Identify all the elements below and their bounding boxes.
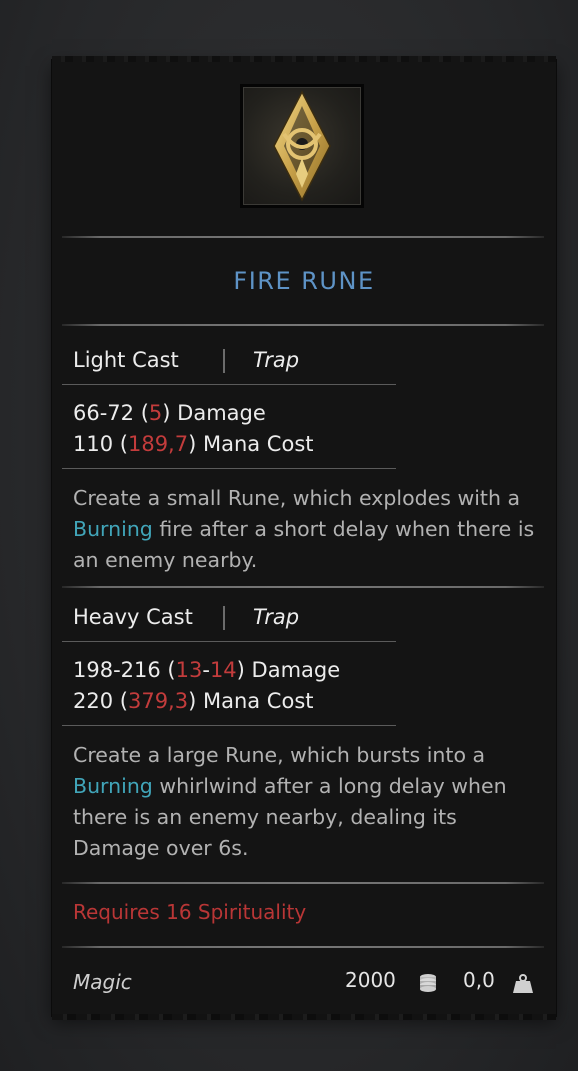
light-cast-header: Light Cast — [73, 348, 179, 372]
mana-bonus: 189,7 — [127, 432, 189, 456]
heavy-cast-damage: 198-216 (13-14) Damage — [73, 658, 340, 682]
item-icon-frame — [240, 84, 364, 208]
item-weight: 0,0 — [463, 968, 495, 992]
desc-text: Create a small Rune, which explodes with… — [73, 486, 521, 510]
heavy-cast-label: Heavy Cast — [73, 605, 193, 629]
damage-bonus: 5 — [148, 401, 163, 425]
damage-range: 66-72 — [73, 401, 135, 425]
separator — [223, 606, 225, 630]
burning-keyword: Burning — [73, 517, 153, 541]
light-cast-description: Create a small Rune, which explodes with… — [73, 483, 543, 576]
paren: ( — [160, 658, 176, 682]
coins-icon — [417, 972, 439, 994]
item-title: FIRE RUNE — [233, 267, 375, 295]
light-cast-type: Trap — [253, 348, 300, 372]
mana-bonus: 379,3 — [127, 689, 189, 713]
divider — [62, 384, 396, 385]
divider — [62, 324, 544, 326]
mana-label: ) Mana Cost — [188, 689, 314, 713]
paren: ( — [134, 401, 149, 425]
divider — [62, 725, 396, 726]
light-cast-damage: 66-72 (5) Damage — [73, 401, 266, 425]
burning-keyword: Burning — [73, 774, 153, 798]
damage-label: ) Damage — [162, 401, 266, 425]
divider — [62, 946, 544, 948]
damage-bonus-max: 14 — [209, 658, 237, 682]
mana-label: ) Mana Cost — [188, 432, 314, 456]
separator — [223, 349, 225, 373]
desc-text: Create a large Rune, which bursts into a — [73, 743, 486, 767]
light-cast-mana: 110 (189,7) Mana Cost — [73, 432, 314, 456]
heavy-cast-type: Trap — [253, 605, 300, 629]
damage-label: ) Damage — [236, 658, 341, 682]
heavy-cast-description: Create a large Rune, which bursts into a… — [73, 740, 543, 864]
light-cast-label: Light Cast — [73, 348, 179, 372]
damage-range: 198-216 — [73, 658, 161, 682]
item-category: Magic — [73, 970, 132, 994]
divider — [62, 882, 544, 884]
divider — [62, 468, 396, 469]
heavy-cast-header: Heavy Cast — [73, 605, 193, 629]
paren: ( — [113, 432, 128, 456]
dash: - — [202, 658, 210, 682]
item-price: 2000 — [345, 968, 396, 992]
divider — [62, 236, 544, 238]
damage-bonus-min: 13 — [175, 658, 203, 682]
heavy-cast-mana: 220 (379,3) Mana Cost — [73, 689, 314, 713]
requirement-text: Requires 16 Spirituality — [73, 900, 307, 924]
mana-base: 110 — [73, 432, 114, 456]
fire-rune-icon — [243, 87, 361, 205]
divider — [62, 641, 396, 642]
item-tooltip: FIRE RUNE Light Cast Trap 66-72 (5) Dama… — [52, 56, 556, 1020]
weight-icon — [512, 974, 534, 994]
paren: ( — [113, 689, 128, 713]
mana-base: 220 — [73, 689, 114, 713]
divider — [62, 586, 544, 588]
